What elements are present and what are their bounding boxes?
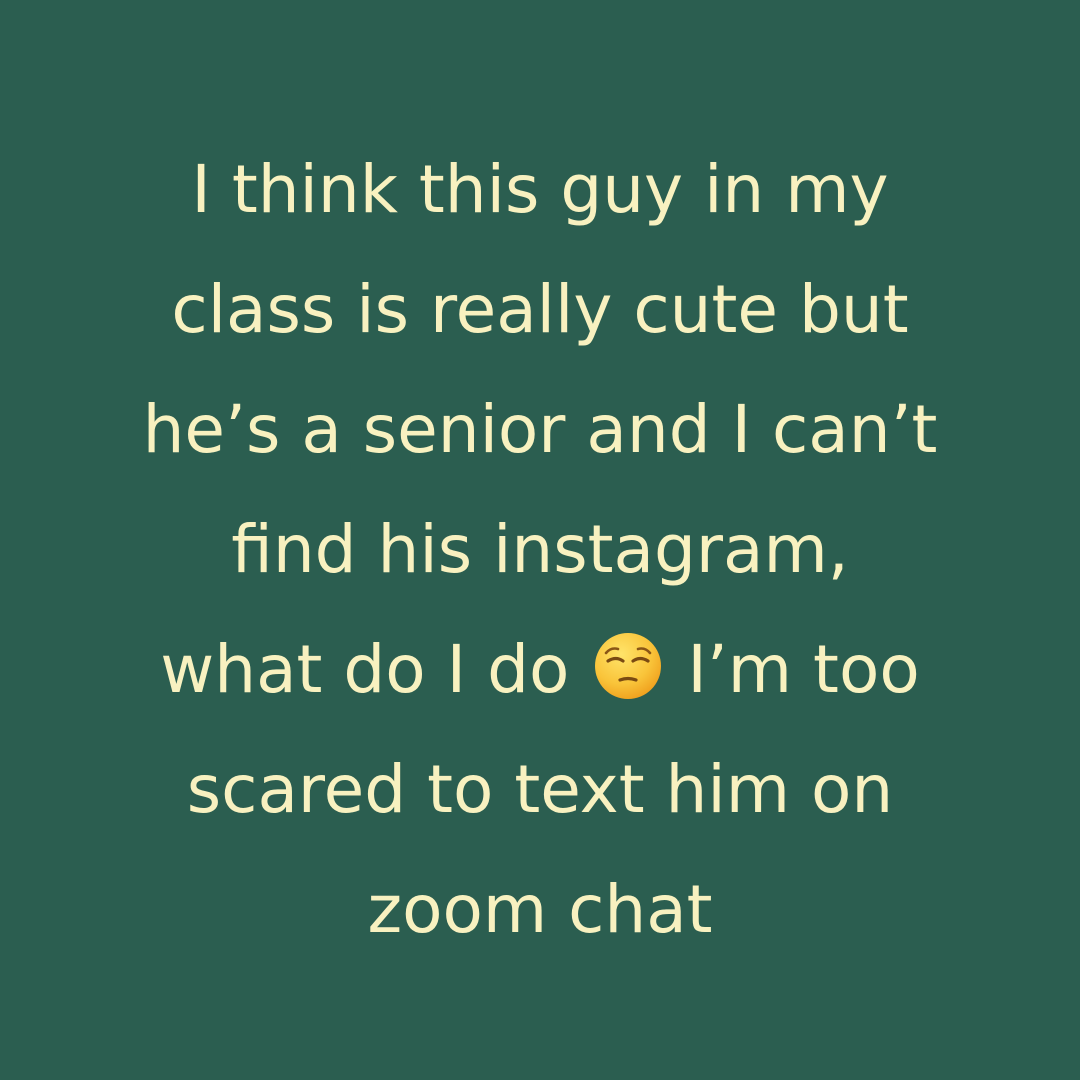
- quote-line-3: he’s a senior and I can’t: [142, 391, 938, 468]
- quote-line-7: zoom chat: [367, 871, 713, 948]
- quote-line-6: scared to text him on: [186, 751, 894, 828]
- post-card: I think this guy in my class is really c…: [0, 0, 1080, 1080]
- quote-line-5-end: I’m too: [687, 631, 920, 708]
- quote-line-2: class is really cute but: [171, 271, 909, 348]
- quote-line-4: find his instagram,: [231, 511, 849, 588]
- quote-line-5-start: what do I do: [160, 631, 570, 708]
- quote-line-5: what do I do I’m too: [40, 610, 1040, 730]
- quote-line-1: I think this guy in my: [191, 151, 889, 228]
- pensive-face-icon: [592, 630, 664, 702]
- quote-text: I think this guy in my class is really c…: [40, 130, 1040, 970]
